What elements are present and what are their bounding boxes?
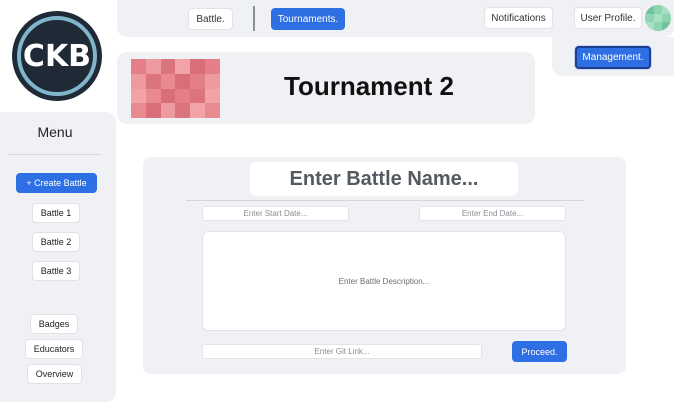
thumbnail-tile bbox=[205, 59, 220, 74]
menu-title: Menu bbox=[37, 124, 73, 140]
tab-battle[interactable]: Battle. bbox=[188, 8, 233, 30]
thumbnail-tile bbox=[145, 88, 161, 104]
thumbnail-tile bbox=[190, 88, 206, 104]
end-date-input[interactable]: Enter End Date... bbox=[419, 206, 566, 221]
thumbnail-tile bbox=[175, 59, 191, 74]
thumbnail-tile bbox=[145, 73, 161, 89]
thumbnail-tile bbox=[190, 59, 206, 74]
battle-description-input[interactable]: Enter Battle Description... bbox=[202, 231, 566, 331]
create-battle-button[interactable]: + Create Battle bbox=[16, 173, 97, 193]
thumbnail-tile bbox=[131, 88, 146, 104]
thumbnail-tile bbox=[160, 88, 176, 104]
thumbnail-tile bbox=[205, 73, 220, 89]
thumbnail-tile bbox=[190, 103, 206, 118]
form-divider bbox=[186, 200, 584, 201]
thumbnail-tile bbox=[175, 103, 191, 118]
thumbnail-tile bbox=[175, 88, 191, 104]
thumbnail-tile bbox=[190, 73, 206, 89]
thumbnail-tile bbox=[160, 73, 176, 89]
tournament-thumbnail bbox=[131, 59, 220, 118]
thumbnail-tile bbox=[205, 88, 220, 104]
tab-tournaments[interactable]: Tournaments. bbox=[271, 8, 345, 30]
nav-divider bbox=[253, 6, 255, 31]
thumbnail-tile bbox=[131, 73, 146, 89]
ckb-logo[interactable]: CKB bbox=[12, 11, 102, 101]
logo-text: CKB bbox=[22, 38, 92, 74]
thumbnail-tile bbox=[175, 73, 191, 89]
thumbnail-tile bbox=[160, 103, 176, 118]
sidebar-item-battle-1[interactable]: Battle 1 bbox=[32, 203, 80, 223]
thumbnail-tile bbox=[131, 103, 146, 118]
sidebar-item-educators[interactable]: Educators bbox=[25, 339, 83, 359]
notifications-button[interactable]: Notifications bbox=[484, 7, 553, 29]
thumbnail-tile bbox=[145, 103, 161, 118]
proceed-button[interactable]: Proceed. bbox=[512, 341, 567, 362]
start-date-input[interactable]: Enter Start Date... bbox=[202, 206, 349, 221]
battle-name-input[interactable]: Enter Battle Name... bbox=[250, 162, 518, 196]
thumbnail-tile bbox=[205, 103, 220, 118]
thumbnail-tile bbox=[160, 59, 176, 74]
sidebar-item-overview[interactable]: Overview bbox=[27, 364, 82, 384]
thumbnail-tile bbox=[145, 59, 161, 74]
sidebar-item-battle-2[interactable]: Battle 2 bbox=[32, 232, 80, 252]
menu-divider bbox=[8, 154, 101, 155]
thumbnail-tile bbox=[131, 59, 146, 74]
sidebar-item-battle-3[interactable]: Battle 3 bbox=[32, 261, 80, 281]
avatar-pattern-icon bbox=[645, 5, 671, 31]
page-title: Tournament 2 bbox=[284, 71, 454, 101]
git-link-input[interactable]: Enter Git Link... bbox=[202, 344, 482, 359]
sidebar-item-badges[interactable]: Badges bbox=[30, 314, 78, 334]
management-button[interactable]: Management. bbox=[575, 46, 651, 69]
avatar[interactable] bbox=[645, 5, 671, 31]
user-profile-button[interactable]: User Profile. bbox=[574, 7, 642, 29]
